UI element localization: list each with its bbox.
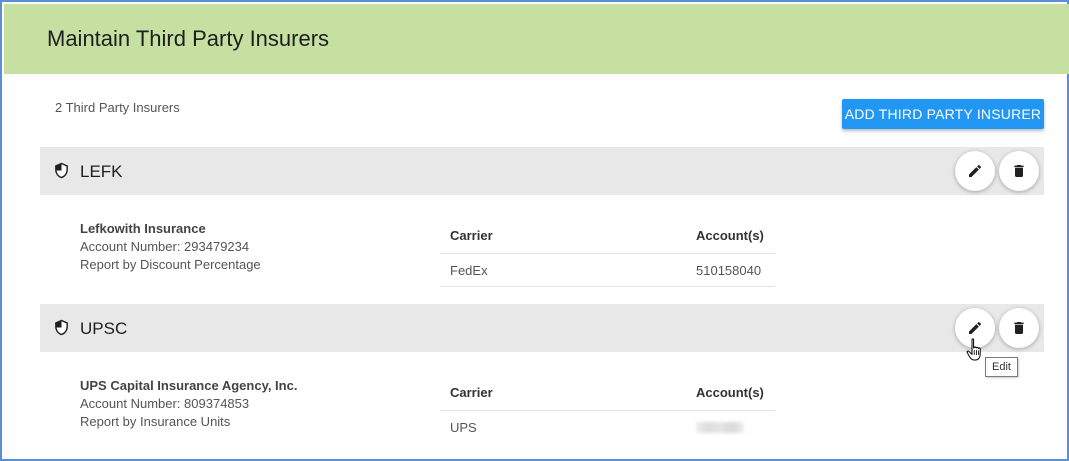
accounts-column-header: Account(s) <box>696 228 764 243</box>
insurer-count: 2 Third Party Insurers <box>55 100 180 115</box>
account-number: Account Number: 809374853 <box>80 396 250 411</box>
table-row: FedEx 510158040 <box>440 254 775 287</box>
accounts-column-header: Account(s) <box>696 385 764 400</box>
insurer-details-upsc: UPS Capital Insurance Agency, Inc. Accou… <box>80 377 297 431</box>
carrier-cell: UPS <box>450 420 477 435</box>
insurer-name: Lefkowith Insurance <box>80 221 206 236</box>
edit-button[interactable] <box>955 151 995 191</box>
carrier-table-upsc: Carrier Account(s) UPS <box>440 376 775 443</box>
carrier-column-header: Carrier <box>450 385 493 400</box>
insurer-details-lefk: Lefkowith Insurance Account Number: 2934… <box>80 220 261 274</box>
pencil-icon <box>969 164 982 177</box>
app-frame: Maintain Third Party Insurers 2 Third Pa… <box>0 0 1069 461</box>
pencil-icon <box>969 321 982 334</box>
report-by: Report by Insurance Units <box>80 414 231 429</box>
insurer-header-lefk: LEFK <box>40 147 1044 195</box>
delete-button[interactable] <box>999 151 1039 191</box>
add-third-party-insurer-button[interactable]: ADD THIRD PARTY INSURER <box>842 99 1044 129</box>
shield-icon <box>55 319 68 336</box>
table-header-row: Carrier Account(s) <box>440 219 775 254</box>
accounts-cell: 510158040 <box>696 263 762 278</box>
report-by: Report by Discount Percentage <box>80 257 261 272</box>
page-header: Maintain Third Party Insurers <box>4 4 1069 74</box>
table-header-row: Carrier Account(s) <box>440 376 775 411</box>
trash-icon <box>1014 322 1024 334</box>
insurer-code: LEFK <box>80 162 123 181</box>
page-title: Maintain Third Party Insurers <box>47 26 330 51</box>
carrier-table-lefk: Carrier Account(s) FedEx 510158040 <box>440 219 775 287</box>
edit-tooltip: Edit <box>985 357 1018 377</box>
account-number: Account Number: 293479234 <box>80 239 250 254</box>
carrier-column-header: Carrier <box>450 228 493 243</box>
insurer-header-upsc: UPSC <box>40 304 1044 352</box>
insurer-name: UPS Capital Insurance Agency, Inc. <box>80 378 298 393</box>
hand-pointer-icon <box>966 338 981 361</box>
insurer-code: UPSC <box>80 319 128 338</box>
carrier-cell: FedEx <box>450 263 488 278</box>
trash-icon <box>1014 165 1024 177</box>
shield-icon <box>55 162 68 179</box>
delete-button[interactable] <box>999 308 1039 348</box>
table-row: UPS <box>440 411 775 443</box>
redacted-accounts-cell <box>696 422 744 433</box>
